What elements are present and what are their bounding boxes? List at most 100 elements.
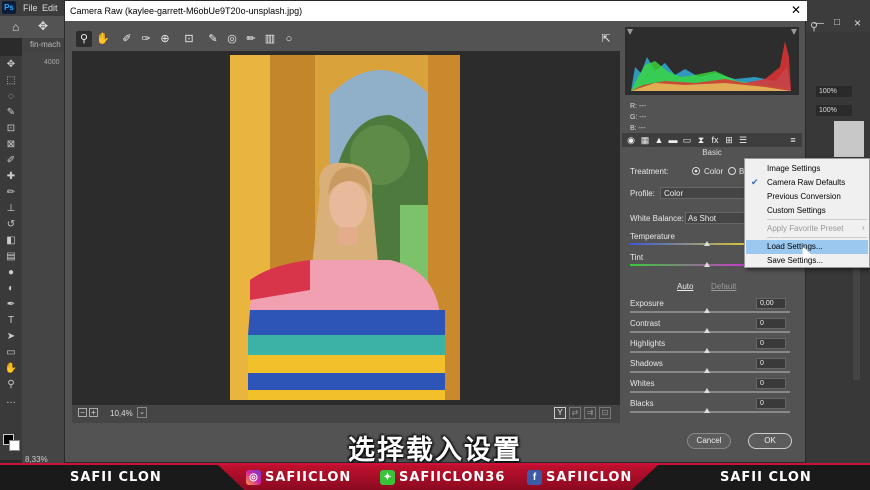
healing-icon[interactable]: ✚ bbox=[3, 170, 19, 184]
more-tools-icon[interactable]: … bbox=[3, 394, 19, 408]
crop-icon[interactable]: ⊡ bbox=[3, 122, 19, 136]
eraser-icon[interactable]: ◧ bbox=[3, 234, 19, 248]
toggle-settings-icon[interactable]: ⊡ bbox=[599, 407, 611, 419]
slider-thumb-shadows[interactable] bbox=[704, 368, 710, 373]
shape-icon[interactable]: ▭ bbox=[3, 346, 19, 360]
close-icon[interactable]: ✕ bbox=[791, 3, 801, 17]
stamp-icon[interactable]: ⊥ bbox=[3, 202, 19, 216]
color-sampler-icon[interactable]: ✑ bbox=[138, 31, 154, 47]
slider-thumb-contrast[interactable] bbox=[704, 328, 710, 333]
menu-edit[interactable]: Edit bbox=[42, 3, 58, 13]
hand-tool-icon[interactable]: ✋ bbox=[95, 31, 111, 47]
copy-settings-icon[interactable]: ⇉ bbox=[584, 407, 596, 419]
menu-file[interactable]: File bbox=[23, 3, 38, 13]
pen-icon[interactable]: ✒ bbox=[3, 298, 19, 312]
calibration-tab-icon[interactable]: ⊞ bbox=[724, 135, 734, 145]
hand-icon[interactable]: ✋ bbox=[3, 362, 19, 376]
slider-thumb-whites[interactable] bbox=[704, 388, 710, 393]
home-icon[interactable]: ⌂ bbox=[12, 20, 19, 34]
zoom-level[interactable]: 10,4% bbox=[110, 409, 133, 418]
treatment-bw-radio[interactable] bbox=[728, 167, 736, 175]
profile-select[interactable]: Color bbox=[660, 187, 746, 199]
slider-thumb-exposure[interactable] bbox=[704, 308, 710, 313]
zoom-in-icon[interactable]: + bbox=[89, 408, 98, 417]
close-window-icon[interactable]: × bbox=[854, 16, 861, 30]
auto-button[interactable]: Auto bbox=[677, 282, 693, 291]
menu-item-camera-raw-defaults[interactable]: ✔ Camera Raw Defaults bbox=[746, 176, 868, 190]
layer-thumbnail[interactable] bbox=[834, 121, 864, 157]
path-select-icon[interactable]: ➤ bbox=[3, 330, 19, 344]
type-icon[interactable]: T bbox=[3, 314, 19, 328]
lens-tab-icon[interactable]: ⧗ bbox=[696, 135, 706, 145]
image-preview[interactable] bbox=[72, 51, 620, 405]
presets-tab-icon[interactable]: ☰ bbox=[738, 135, 748, 145]
slider-value-shadows[interactable]: 0 bbox=[756, 358, 786, 369]
default-button[interactable]: Default bbox=[711, 282, 736, 291]
spot-removal-icon[interactable]: ✎ bbox=[205, 31, 221, 47]
menu-item-custom-settings[interactable]: Custom Settings bbox=[746, 204, 868, 218]
gradient-icon[interactable]: ▤ bbox=[3, 250, 19, 264]
white-balance-tool-icon[interactable]: ✐ bbox=[119, 31, 135, 47]
treatment-color-radio[interactable] bbox=[692, 167, 700, 175]
slider-value-blacks[interactable]: 0 bbox=[756, 398, 786, 409]
dodge-icon[interactable]: ◐ bbox=[3, 282, 19, 296]
target-adjust-icon[interactable]: ⊕ bbox=[157, 31, 173, 47]
menu-item-previous-conversion[interactable]: Previous Conversion bbox=[746, 190, 868, 204]
slider-thumb-highlights[interactable] bbox=[704, 348, 710, 353]
zoom-out-icon[interactable]: − bbox=[78, 408, 87, 417]
opacity-field[interactable]: 100% bbox=[816, 86, 852, 97]
slider-value-highlights[interactable]: 0 bbox=[756, 338, 786, 349]
search-icon[interactable]: ⚲ bbox=[810, 20, 818, 33]
panel-menu-icon[interactable]: ≡ bbox=[788, 135, 798, 145]
before-after-y-icon[interactable]: Y bbox=[554, 407, 566, 419]
red-eye-icon[interactable]: ◎ bbox=[224, 31, 240, 47]
slider-value-exposure[interactable]: 0,00 bbox=[756, 298, 786, 309]
slider-track-highlights[interactable] bbox=[630, 351, 790, 353]
adjustment-brush-icon[interactable]: ✏ bbox=[243, 31, 259, 47]
menu-item-apply-favorite-preset[interactable]: Apply Favorite Preset › bbox=[746, 222, 868, 236]
history-brush-icon[interactable]: ↺ bbox=[3, 218, 19, 232]
maximize-icon[interactable]: □ bbox=[834, 17, 840, 28]
frame-icon[interactable]: ⊠ bbox=[3, 138, 19, 152]
crop-tool-icon[interactable]: ⊡ bbox=[181, 31, 197, 47]
slider-value-whites[interactable]: 0 bbox=[756, 378, 786, 389]
fill-field[interactable]: 100% bbox=[816, 105, 852, 116]
white-balance-select[interactable]: As Shot bbox=[685, 212, 745, 224]
document-tab[interactable]: fin-mach bbox=[22, 38, 64, 52]
eyedropper-icon[interactable]: ✐ bbox=[3, 154, 19, 168]
move-tool-icon[interactable]: ✥ bbox=[38, 19, 48, 33]
temperature-slider[interactable] bbox=[630, 243, 746, 245]
blur-icon[interactable]: ● bbox=[3, 266, 19, 280]
effects-tab-icon[interactable]: fx bbox=[710, 135, 720, 145]
slider-thumb-blacks[interactable] bbox=[704, 408, 710, 413]
slider-track-exposure[interactable] bbox=[630, 311, 790, 313]
quick-select-icon[interactable]: ✎ bbox=[3, 106, 19, 120]
brush-icon[interactable]: ✏ bbox=[3, 186, 19, 200]
zoom-icon[interactable]: ⚲ bbox=[3, 378, 19, 392]
tint-slider[interactable] bbox=[630, 264, 746, 266]
tone-curve-tab-icon[interactable]: ▦ bbox=[640, 135, 650, 145]
slider-track-whites[interactable] bbox=[630, 391, 790, 393]
slider-track-shadows[interactable] bbox=[630, 371, 790, 373]
graduated-filter-icon[interactable]: ▥ bbox=[262, 31, 278, 47]
move-icon[interactable]: ✥ bbox=[3, 58, 19, 72]
tint-thumb[interactable] bbox=[704, 262, 710, 267]
slider-value-contrast[interactable]: 0 bbox=[756, 318, 786, 329]
slider-track-contrast[interactable] bbox=[630, 331, 790, 333]
swap-icon[interactable]: ⇄ bbox=[569, 407, 581, 419]
menu-item-image-settings[interactable]: Image Settings bbox=[746, 162, 868, 176]
hsl-tab-icon[interactable]: ▬ bbox=[668, 135, 678, 145]
detail-tab-icon[interactable]: ▲ bbox=[654, 135, 664, 145]
radial-filter-icon[interactable]: ○ bbox=[281, 31, 297, 47]
slider-track-blacks[interactable] bbox=[630, 411, 790, 413]
zoom-dropdown-icon[interactable]: ⌄ bbox=[137, 407, 147, 418]
zoom-tool-icon[interactable]: ⚲ bbox=[76, 31, 92, 47]
split-toning-tab-icon[interactable]: ▭ bbox=[682, 135, 692, 145]
temperature-thumb[interactable] bbox=[704, 241, 710, 246]
basic-tab-icon[interactable]: ◉ bbox=[626, 135, 636, 145]
lasso-icon[interactable]: ◌ bbox=[3, 90, 19, 104]
marquee-icon[interactable]: ⬚ bbox=[3, 74, 19, 88]
photo-artwork bbox=[230, 55, 460, 400]
fullscreen-icon[interactable]: ⇱ bbox=[598, 31, 614, 47]
treatment-label: Treatment: bbox=[630, 167, 669, 176]
